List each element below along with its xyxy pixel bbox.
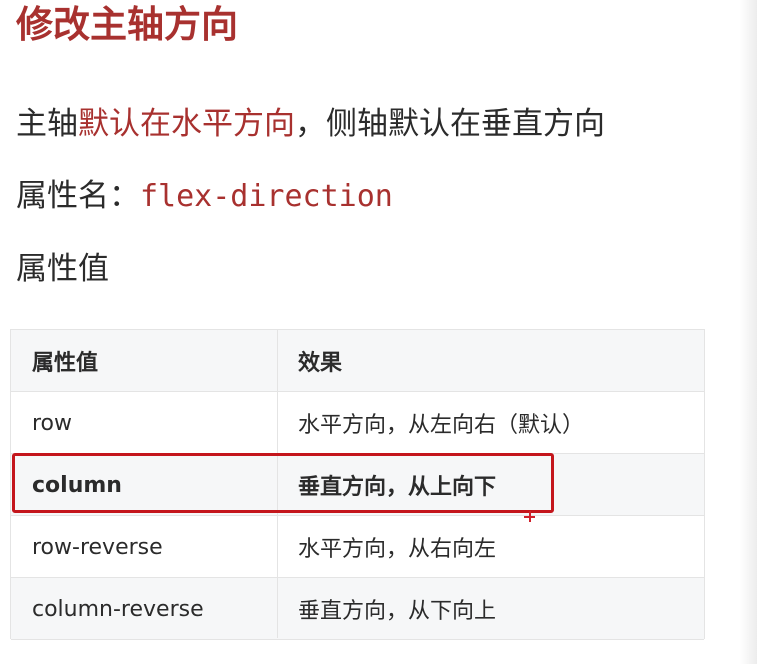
slide: 修改主轴方向 主轴默认在水平方向，侧轴默认在垂直方向 属性名：flex-dire… bbox=[0, 0, 757, 664]
property-values-heading: 属性值 bbox=[16, 251, 109, 287]
main-axis-sentence: 主轴默认在水平方向，侧轴默认在垂直方向 bbox=[16, 104, 605, 144]
table-row: column-reverse 垂直方向，从下向上 bbox=[11, 578, 704, 640]
table-row: row-reverse 水平方向，从右向左 bbox=[11, 516, 704, 578]
sentence-prefix: 主轴 bbox=[16, 106, 78, 142]
row-effect: 水平方向，从左向右（默认） bbox=[298, 413, 585, 438]
property-name-line: 属性名：flex-direction bbox=[16, 176, 393, 217]
row-effect: 垂直方向，从下向上 bbox=[298, 599, 497, 624]
row-value: column-reverse bbox=[32, 596, 204, 622]
crosshair-cursor-icon bbox=[524, 511, 535, 522]
header-effect: 效果 bbox=[298, 351, 343, 376]
header-value: 属性值 bbox=[32, 351, 99, 376]
property-name-label: 属性名： bbox=[16, 178, 140, 214]
row-value: row bbox=[32, 410, 73, 436]
sentence-suffix: ，侧轴默认在垂直方向 bbox=[295, 106, 605, 142]
table-header-row: 属性值 效果 bbox=[11, 330, 704, 392]
row-value: row-reverse bbox=[32, 534, 163, 560]
page-title: 修改主轴方向 bbox=[16, 3, 238, 46]
row-effect: 水平方向，从右向左 bbox=[298, 537, 497, 562]
sentence-highlight: 默认在水平方向 bbox=[78, 106, 295, 142]
highlight-box bbox=[12, 453, 554, 513]
table-row: row 水平方向，从左向右（默认） bbox=[11, 392, 704, 454]
edge-shadow bbox=[740, 0, 757, 664]
property-name-code: flex-direction bbox=[140, 179, 393, 214]
